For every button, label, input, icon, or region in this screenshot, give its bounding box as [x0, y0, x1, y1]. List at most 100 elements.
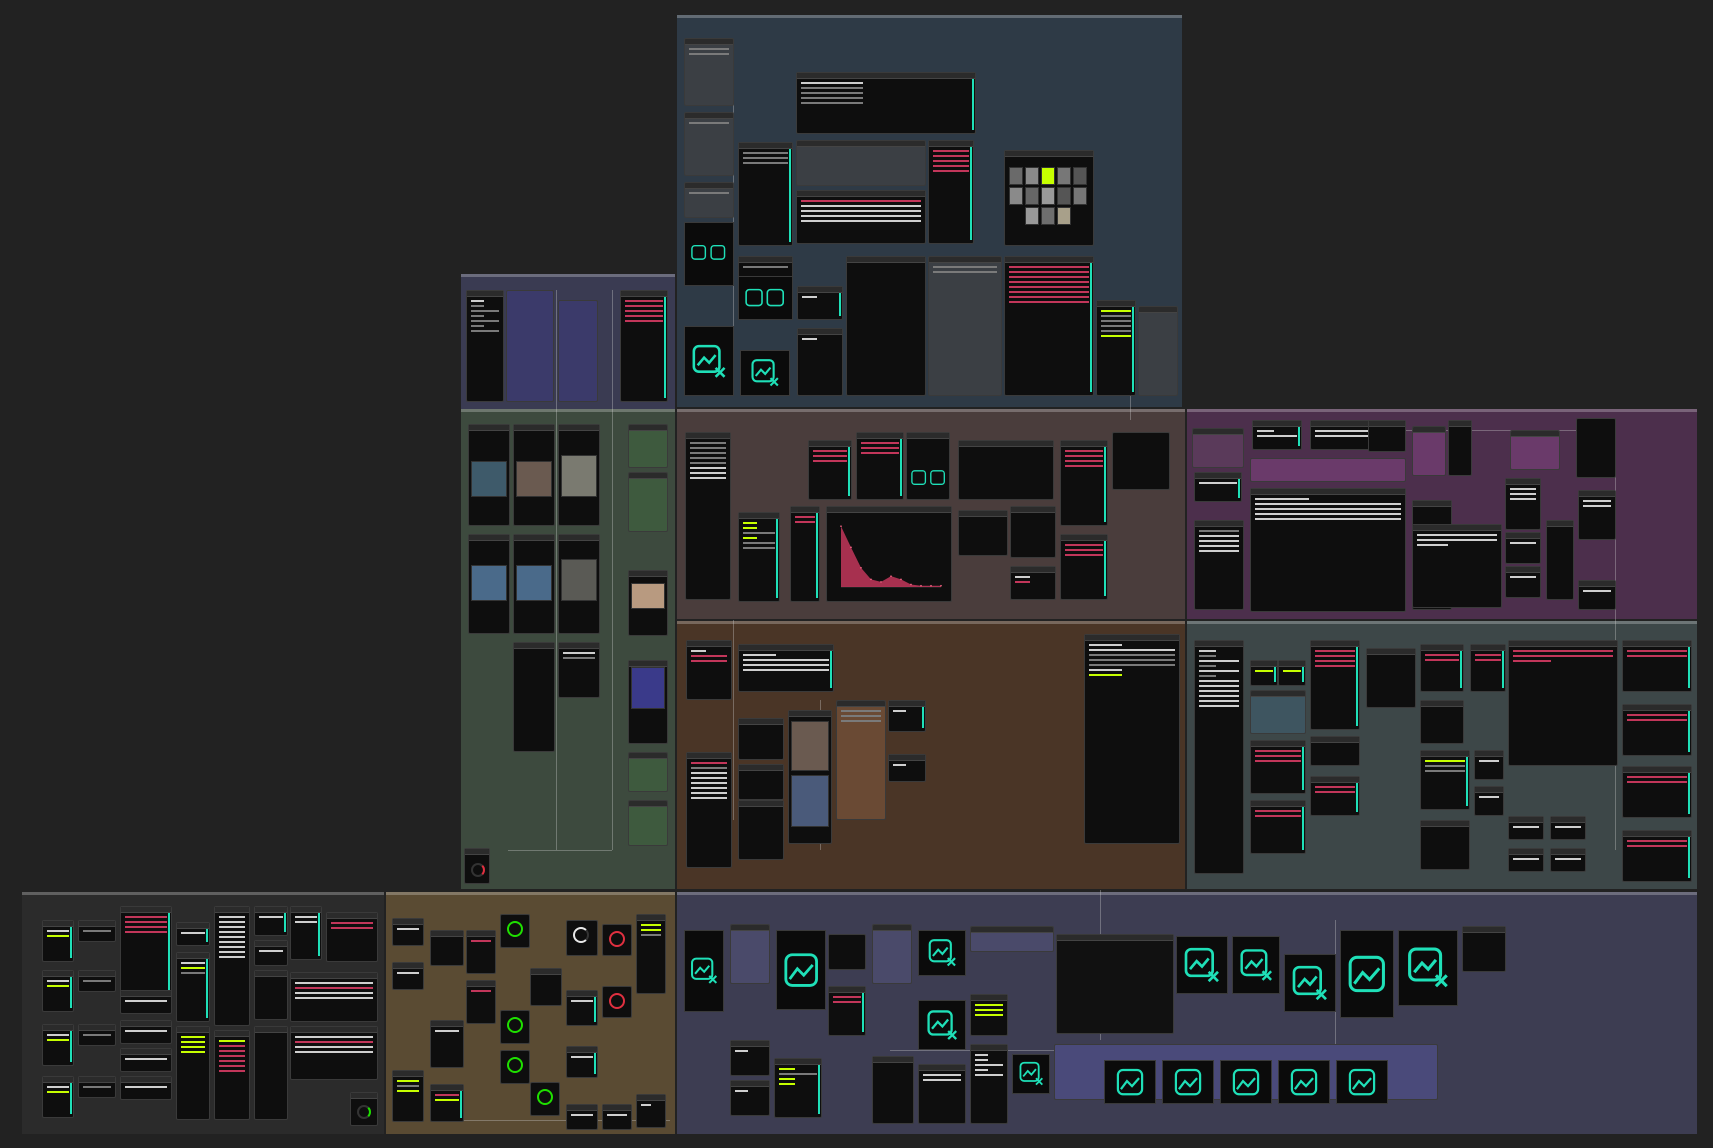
- image-node[interactable]: [628, 570, 668, 636]
- image-node[interactable]: [558, 534, 600, 634]
- log-node[interactable]: [1250, 800, 1306, 854]
- param-node[interactable]: [392, 962, 424, 990]
- param-node[interactable]: [78, 1024, 116, 1046]
- text-node[interactable]: [730, 1080, 770, 1116]
- log-node[interactable]: [790, 506, 820, 602]
- image-node[interactable]: [513, 534, 555, 634]
- empty-node[interactable]: [1420, 820, 1470, 870]
- text-node[interactable]: [120, 1076, 172, 1100]
- empty-node[interactable]: [254, 970, 288, 1020]
- log-node[interactable]: [1060, 440, 1108, 526]
- empty-node[interactable]: [1462, 926, 1506, 972]
- reroute-node[interactable]: [730, 924, 770, 984]
- progress-node[interactable]: [500, 1050, 530, 1084]
- json-node[interactable]: [466, 290, 504, 402]
- output-node[interactable]: [846, 256, 926, 396]
- chat-node[interactable]: [1194, 520, 1244, 610]
- text-node[interactable]: [1550, 848, 1586, 872]
- chat-node[interactable]: [1412, 524, 1502, 608]
- reroute-node[interactable]: [970, 926, 1054, 952]
- progress-node[interactable]: [566, 920, 598, 956]
- log-node[interactable]: [1310, 640, 1360, 730]
- image-thumbnail[interactable]: [1025, 187, 1039, 205]
- preview-node[interactable]: [906, 432, 950, 500]
- list-node[interactable]: [1010, 566, 1056, 600]
- prompt-node[interactable]: [796, 190, 926, 244]
- empty-node[interactable]: [530, 968, 562, 1006]
- text-node[interactable]: [290, 906, 322, 960]
- stats-node[interactable]: [1505, 478, 1541, 530]
- text-node[interactable]: [558, 642, 600, 698]
- text-node[interactable]: [120, 990, 172, 1014]
- prompt-node[interactable]: [290, 972, 378, 1022]
- stats-node[interactable]: [738, 512, 780, 602]
- image-thumbnail[interactable]: [1009, 187, 1023, 205]
- text-node[interactable]: [1578, 580, 1616, 610]
- text-node[interactable]: [918, 1064, 966, 1124]
- reroute-node[interactable]: [1250, 690, 1306, 734]
- empty-node[interactable]: [958, 510, 1008, 556]
- text-node[interactable]: [120, 1020, 172, 1044]
- node-graph-canvas[interactable]: [0, 0, 1713, 1148]
- param-node[interactable]: [42, 1076, 74, 1118]
- empty-node[interactable]: [254, 1026, 288, 1120]
- param-node[interactable]: [42, 970, 74, 1012]
- image-thumbnail[interactable]: [1057, 187, 1071, 205]
- empty-node[interactable]: [1546, 520, 1574, 600]
- empty-node[interactable]: [1366, 648, 1416, 708]
- image-thumbnail[interactable]: [631, 583, 665, 609]
- text-node[interactable]: [254, 940, 288, 966]
- image-grid-node[interactable]: [970, 994, 1008, 1036]
- long-text-node[interactable]: [214, 906, 250, 1026]
- chat-node[interactable]: [1250, 488, 1406, 612]
- list-node[interactable]: [1250, 660, 1278, 686]
- image-node[interactable]: [628, 660, 668, 744]
- text-node[interactable]: [120, 1048, 172, 1072]
- image-thumbnail[interactable]: [1073, 187, 1087, 205]
- image-thumbnail[interactable]: [1025, 167, 1039, 185]
- image-grid-node[interactable]: [1004, 150, 1094, 246]
- image-thumbnail[interactable]: [561, 559, 597, 601]
- reroute-node[interactable]: [1192, 428, 1244, 468]
- empty-node[interactable]: [1368, 420, 1406, 452]
- text-node[interactable]: [1550, 816, 1586, 840]
- image-thumbnail[interactable]: [1041, 187, 1055, 205]
- progress-node[interactable]: [500, 1010, 530, 1044]
- list-node[interactable]: [566, 1046, 598, 1078]
- settings-node[interactable]: [796, 140, 926, 186]
- log-node[interactable]: [1622, 766, 1692, 818]
- long-text-node[interactable]: [686, 752, 732, 868]
- log-node[interactable]: [620, 290, 668, 402]
- progress-node[interactable]: [530, 1082, 560, 1116]
- empty-node[interactable]: [430, 930, 464, 966]
- reroute-node[interactable]: [684, 38, 734, 106]
- stats-node[interactable]: [1505, 566, 1541, 598]
- info-node[interactable]: [1194, 472, 1242, 502]
- log-node[interactable]: [1622, 640, 1692, 692]
- long-text-node[interactable]: [685, 432, 731, 600]
- text-node[interactable]: [796, 72, 976, 134]
- log-node[interactable]: [1060, 534, 1108, 600]
- text-node[interactable]: [1474, 750, 1504, 780]
- text-node[interactable]: [1420, 750, 1470, 810]
- param-node[interactable]: [392, 918, 424, 946]
- list-node[interactable]: [602, 1104, 632, 1130]
- reroute-node[interactable]: [1510, 430, 1560, 470]
- reroute-node[interactable]: [684, 112, 734, 176]
- empty-node[interactable]: [738, 718, 784, 760]
- image-thumbnail[interactable]: [1041, 167, 1055, 185]
- prompt-node[interactable]: [686, 640, 732, 700]
- empty-node[interactable]: [828, 934, 866, 970]
- log-node[interactable]: [1470, 644, 1506, 692]
- image-thumbnail[interactable]: [561, 455, 597, 497]
- image-thumbnail[interactable]: [471, 565, 507, 601]
- image-node[interactable]: [558, 424, 600, 526]
- info-node[interactable]: [1096, 300, 1136, 396]
- log-node[interactable]: [1420, 644, 1464, 692]
- image-thumbnail[interactable]: [471, 461, 507, 497]
- reroute-node[interactable]: [628, 424, 668, 468]
- param-node[interactable]: [42, 1024, 74, 1066]
- list-node[interactable]: [566, 1104, 598, 1130]
- empty-node[interactable]: [1420, 700, 1464, 744]
- reroute-node[interactable]: [1412, 426, 1446, 476]
